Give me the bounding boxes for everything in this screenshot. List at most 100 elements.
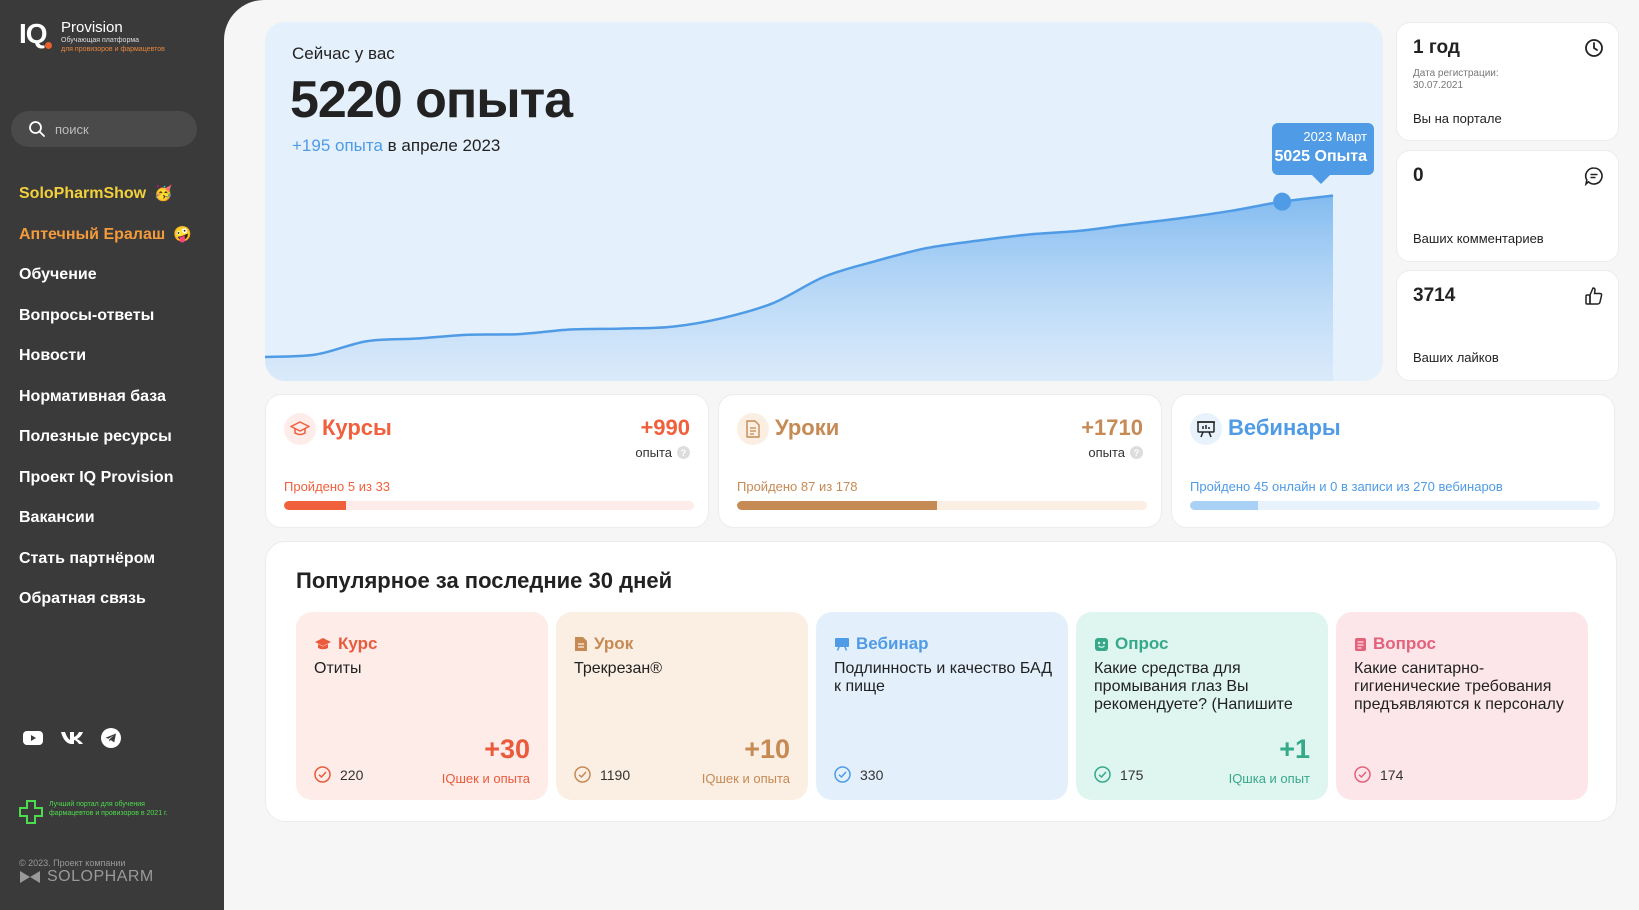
nav-item[interactable]: Аптечный Ералаш 🤪 [19,215,192,256]
search-box[interactable] [11,111,197,147]
card-progress-text: Пройдено 87 из 178 [737,479,858,494]
popular-item-count-value: 174 [1380,766,1404,783]
popular-item-type: Опрос [1094,634,1169,654]
document-icon [746,420,760,438]
nav-item-emoji: 🤪 [173,225,192,243]
nav-item[interactable]: Новости [19,336,192,377]
stat-likes[interactable]: 3714 Ваших лайков [1396,270,1619,381]
stat-portal-age: 1 год Дата регистрации: 30.07.2021 Вы на… [1396,22,1619,141]
popular-item[interactable]: Вебинар Подлинность и качество БАД к пищ… [816,612,1068,800]
logo-dot-icon [45,42,52,49]
youtube-icon[interactable] [23,731,43,745]
popular-item-count: 220 [314,766,363,783]
card-points: +1710 [1081,415,1143,440]
popular-item[interactable]: Курс Отиты +30 IQшек и опыта 220 [296,612,548,800]
nav-item-label: Обратная связь [19,590,146,608]
vk-icon[interactable] [60,731,84,745]
stat-comments[interactable]: 0 Ваших комментариев [1396,150,1619,262]
popular-item-count-value: 220 [340,766,364,783]
graduation-cap-icon [290,421,310,436]
popular-item-count: 1190 [574,766,630,783]
card-progress-text: Пройдено 5 из 33 [284,479,391,494]
popular-title: Популярное за последние 30 дней [296,568,673,593]
card-progress-fill [1190,501,1259,510]
nav-item-label: SoloPharmShow [19,185,147,203]
popular-item-type-label: Опрос [1115,634,1169,653]
card-points: +990 [640,415,690,440]
nav-item-label: Полезные ресурсы [19,428,172,446]
tooltip-value: 5025 Опыта [1274,148,1367,165]
nav-item[interactable]: Стать партнёром [19,539,192,580]
nav-item[interactable]: Вопросы-ответы [19,296,192,337]
nav-item-label: Стать партнёром [19,549,156,567]
pharmacy-cross-icon [19,800,43,824]
popular-item-count-value: 1190 [600,766,631,783]
tooltip-date: 2023 Март [1303,129,1367,144]
popular-item[interactable]: Опрос Какие средства для промывания глаз… [1076,612,1328,800]
solopharm-logo[interactable]: SOLOPHARM [19,868,154,886]
question-doc-icon [1355,637,1366,651]
card-lessons[interactable]: Уроки +1710 опыта? Пройдено 87 из 178 [718,394,1162,528]
chart-tooltip: 2023 Март 5025 Опыта [1272,123,1374,175]
card-webinars[interactable]: Вебинары Пройдено 45 онлайн и 0 в записи… [1171,394,1615,528]
card-courses[interactable]: Курсы +990 опыта? Пройдено 5 из 33 [265,394,709,528]
nav-item[interactable]: Обратная связь [19,579,192,620]
card-title: Вебинары [1228,415,1341,440]
chart-highlight-point[interactable] [1273,192,1292,211]
popular-item[interactable]: Урок Трекрезан® +10 IQшек и опыта 1190 [556,612,808,800]
popular-item[interactable]: Вопрос Какие санитарно-гигиенические тре… [1336,612,1588,800]
popular-item-type: Курс [314,634,377,654]
nav-item-label: Аптечный Ералаш [19,225,166,243]
popular-item-points: +1 [1279,734,1310,764]
logo-mark-text: IQ [19,18,48,49]
logo[interactable]: IQ Provision Обучающая платформа для про… [19,20,165,54]
graduation-cap-icon [315,638,331,650]
logo-text: Provision Обучающая платформа для провиз… [61,20,165,54]
award-text: Лучший портал для обучения фармацевтов и… [49,801,168,817]
nav-item[interactable]: SoloPharmShow 🥳 [19,174,192,215]
popular-item-type: Урок [574,634,633,654]
stat-label: Ваших лайков [1413,350,1499,365]
stat-registration: Дата регистрации: 30.07.2021 [1413,68,1499,92]
help-icon[interactable]: ? [677,446,690,459]
nav-item-label: Вопросы-ответы [19,306,155,324]
help-icon[interactable]: ? [1130,446,1143,459]
popular-item-points-label: IQшек и опыта [701,771,790,786]
smiley-icon [1095,637,1108,651]
popular-item-name: Отиты [314,660,362,677]
nav-item[interactable]: Проект IQ Provision [19,458,192,499]
nav-item[interactable]: Полезные ресурсы [19,417,192,458]
presentation-icon [1197,421,1215,438]
card-points-unit: опыта [635,445,672,460]
telegram-icon[interactable] [101,728,121,748]
clock-icon [1585,39,1603,57]
nav-item[interactable]: Вакансии [19,498,192,539]
nav-item[interactable]: Обучение [19,255,192,296]
card-progress-fill [737,501,938,510]
popular-item-type: Вопрос [1354,634,1436,654]
tooltip-arrow [1312,175,1330,184]
popular-item-type-label: Курс [338,634,378,653]
chart-area [265,195,1333,381]
popular-item-type-label: Урок [594,634,634,653]
card-icon-wrap [737,413,769,445]
popular-item-type-label: Вебинар [856,634,929,653]
nav-item-label: Нормативная база [19,387,166,405]
popular-item-points-label: IQшек и опыта [441,771,530,786]
popular-item-name: Трекрезан® [574,660,662,677]
card-icon-wrap [1190,413,1222,445]
card-progress-bar [737,501,1147,510]
nav-item-label: Проект IQ Provision [19,468,174,486]
check-circle-icon [1094,766,1111,783]
search-input[interactable] [55,121,185,137]
popular-item-points: +10 [744,734,790,764]
hero-experience-value: 5220 опыта [290,71,573,129]
popular-item-type-label: Вопрос [1373,634,1436,653]
nav-item-label: Обучение [19,266,97,284]
popular-item-count: 175 [1094,766,1143,783]
popular-item-points-label: IQшка и опыт [1228,771,1310,786]
card-progress-fill [284,501,347,510]
stat-label: Вы на портале [1413,111,1502,126]
nav-item-label: Новости [19,347,87,365]
nav-item[interactable]: Нормативная база [19,377,192,418]
